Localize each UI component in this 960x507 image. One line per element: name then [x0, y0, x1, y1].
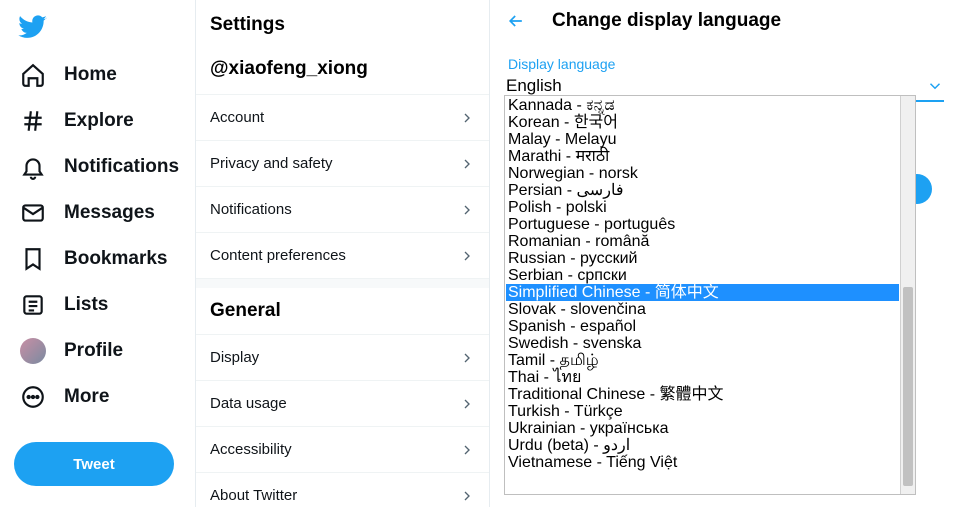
mail-icon: [20, 200, 46, 226]
nav-bookmarks[interactable]: Bookmarks: [14, 236, 191, 282]
language-option[interactable]: Romanian - română: [506, 233, 899, 250]
nav-messages[interactable]: Messages: [14, 190, 191, 236]
chevron-right-icon: [459, 202, 475, 218]
home-icon: [20, 62, 46, 88]
account-row[interactable]: Notifications: [196, 186, 489, 232]
chevron-right-icon: [459, 396, 475, 412]
scrollbar[interactable]: [900, 96, 915, 494]
language-option[interactable]: Slovak - slovenčina: [506, 301, 899, 318]
language-option[interactable]: Thai - ไทย: [506, 369, 899, 386]
language-option[interactable]: Swedish - svenska: [506, 335, 899, 352]
nav-more[interactable]: More: [14, 374, 191, 420]
language-option[interactable]: Simplified Chinese - 简体中文: [506, 284, 899, 301]
section-divider: [196, 278, 489, 288]
language-option[interactable]: Turkish - Türkçe: [506, 403, 899, 420]
user-handle: @xiaofeng_xiong: [196, 54, 489, 94]
general-row[interactable]: Data usage: [196, 380, 489, 426]
language-option[interactable]: Tamil - தமிழ்: [506, 352, 899, 369]
chevron-down-icon: [926, 77, 944, 95]
language-option-list[interactable]: Kannada - ಕನ್ನಡKorean - 한국어Malay - Melay…: [506, 97, 899, 493]
row-label: About Twitter: [210, 487, 297, 504]
tweet-button[interactable]: Tweet: [14, 442, 174, 486]
nav-label: Profile: [64, 340, 123, 362]
language-option[interactable]: Portuguese - português: [506, 216, 899, 233]
chevron-right-icon: [459, 350, 475, 366]
nav-label: Notifications: [64, 156, 179, 178]
language-field: Display language English: [490, 42, 960, 102]
language-option[interactable]: Persian - فارسی: [506, 182, 899, 199]
language-option[interactable]: Marathi - मराठी: [506, 148, 899, 165]
language-option[interactable]: Polish - polski: [506, 199, 899, 216]
pane-title: Change display language: [552, 10, 781, 32]
language-option[interactable]: Norwegian - norsk: [506, 165, 899, 182]
hash-icon: [20, 108, 46, 134]
more-icon: [20, 384, 46, 410]
language-option[interactable]: Vietnamese - Tiếng Việt: [506, 454, 899, 471]
row-label: Notifications: [210, 201, 292, 218]
avatar: [20, 338, 46, 364]
list-icon: [20, 292, 46, 318]
nav-label: Bookmarks: [64, 248, 168, 270]
selected-language: English: [506, 76, 562, 96]
settings-title: Settings: [196, 0, 489, 54]
row-label: Data usage: [210, 395, 287, 412]
pane-header: Change display language: [490, 0, 960, 42]
nav-notifications[interactable]: Notifications: [14, 144, 191, 190]
chevron-right-icon: [459, 442, 475, 458]
language-option[interactable]: Urdu (beta) - اردو: [506, 437, 899, 454]
nav-home[interactable]: Home: [14, 52, 191, 98]
language-option[interactable]: Kannada - ಕನ್ನಡ: [506, 97, 899, 114]
language-option[interactable]: Russian - русский: [506, 250, 899, 267]
row-label: Display: [210, 349, 259, 366]
nav-label: Lists: [64, 294, 108, 316]
scroll-thumb[interactable]: [903, 287, 913, 486]
settings-column: Settings @xiaofeng_xiong Account Privacy …: [195, 0, 490, 507]
language-option[interactable]: Spanish - español: [506, 318, 899, 335]
account-row[interactable]: Privacy and safety: [196, 140, 489, 186]
nav-label: More: [64, 386, 109, 408]
nav-label: Home: [64, 64, 117, 86]
twitter-logo-icon[interactable]: [18, 12, 48, 42]
field-label: Display language: [506, 56, 944, 72]
nav-label: Explore: [64, 110, 134, 132]
chevron-right-icon: [459, 248, 475, 264]
back-button[interactable]: [506, 11, 526, 31]
nav-lists[interactable]: Lists: [14, 282, 191, 328]
chevron-right-icon: [459, 110, 475, 126]
general-row[interactable]: Accessibility: [196, 426, 489, 472]
general-heading: General: [196, 288, 489, 334]
row-label: Account: [210, 109, 264, 126]
language-option[interactable]: Malay - Melayu: [506, 131, 899, 148]
row-label: Content preferences: [210, 247, 346, 264]
language-option[interactable]: Korean - 한국어: [506, 114, 899, 131]
detail-pane: Change display language Display language…: [490, 0, 960, 507]
row-label: Privacy and safety: [210, 155, 333, 172]
bell-icon: [20, 154, 46, 180]
nav-explore[interactable]: Explore: [14, 98, 191, 144]
primary-nav: Home Explore Notifications Messages Book…: [0, 0, 195, 507]
language-option[interactable]: Serbian - српски: [506, 267, 899, 284]
nav-profile[interactable]: Profile: [14, 328, 191, 374]
account-row[interactable]: Content preferences: [196, 232, 489, 278]
bookmark-icon: [20, 246, 46, 272]
language-dropdown: Kannada - ಕನ್ನಡKorean - 한국어Malay - Melay…: [504, 95, 916, 495]
nav-label: Messages: [64, 202, 155, 224]
row-label: Accessibility: [210, 441, 292, 458]
language-option[interactable]: Ukrainian - українська: [506, 420, 899, 437]
account-row[interactable]: Account: [196, 94, 489, 140]
language-option[interactable]: Traditional Chinese - 繁體中文: [506, 386, 899, 403]
chevron-right-icon: [459, 156, 475, 172]
general-row[interactable]: About Twitter: [196, 472, 489, 507]
chevron-right-icon: [459, 488, 475, 504]
general-row[interactable]: Display: [196, 334, 489, 380]
